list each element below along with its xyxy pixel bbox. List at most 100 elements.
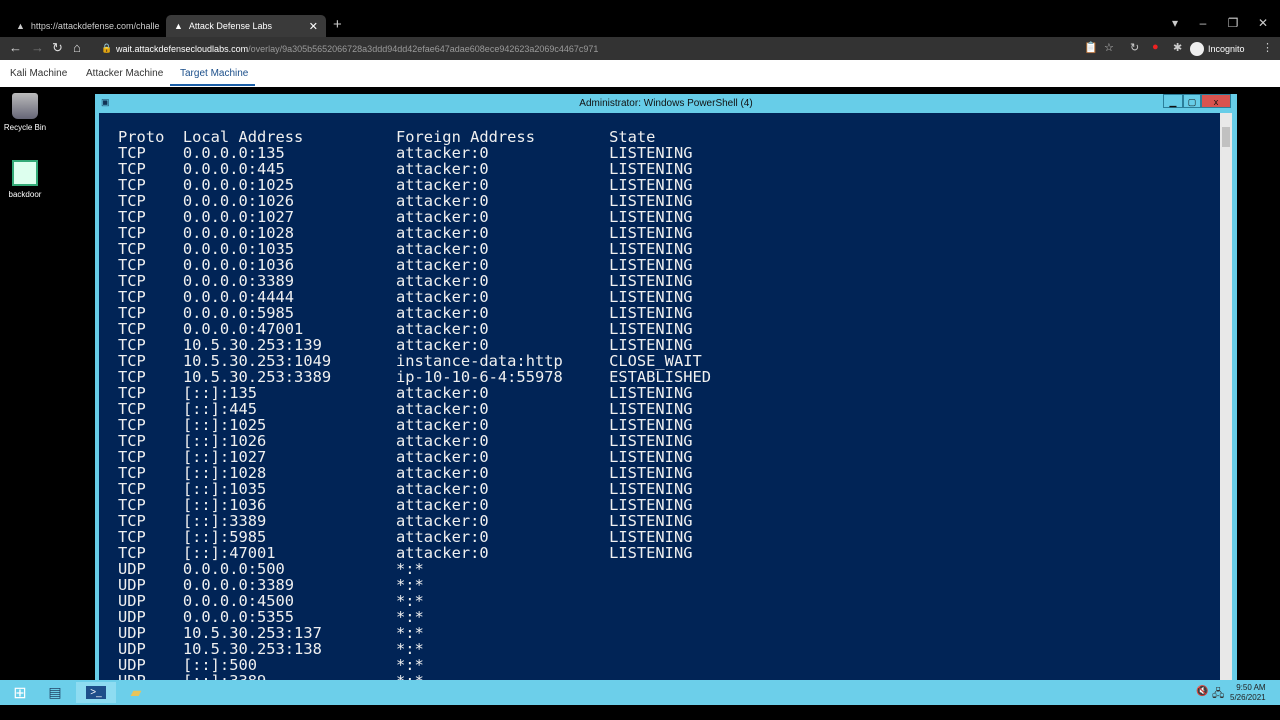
proto-cell: TCP xyxy=(118,144,146,162)
window-maximize-button[interactable]: ▢ xyxy=(1183,94,1201,108)
local-address-cell: [::]:1025 xyxy=(182,416,267,434)
foreign-address-cell: attacker:0 xyxy=(395,256,489,274)
network-icon[interactable]: 🖧 xyxy=(1212,685,1224,704)
table-row: TCP 10.5.30.253:1049 instance-data:http CLO… xyxy=(118,353,757,369)
bookmark-star-icon[interactable]: ☆ xyxy=(1104,41,1114,54)
back-icon[interactable]: ← xyxy=(9,40,22,55)
proto-cell: UDP xyxy=(118,624,146,642)
executable-icon xyxy=(12,160,38,186)
foreign-address-cell: attacker:0 xyxy=(395,336,489,354)
local-address-cell: 10.5.30.253:1049 xyxy=(182,352,332,370)
state-cell: LISTENING xyxy=(609,400,693,418)
table-row: TCP [::]:1028 attacker:0 LISTENING xyxy=(118,465,757,481)
foreign-address-cell: attacker:0 xyxy=(395,512,489,530)
reload-icon[interactable]: ↻ xyxy=(52,40,63,56)
local-address-cell: 0.0.0.0:3389 xyxy=(182,272,295,290)
proto-cell: TCP xyxy=(118,512,146,530)
window-close-button[interactable]: x xyxy=(1201,94,1231,108)
minimize-icon[interactable]: – xyxy=(1188,12,1218,34)
foreign-address-cell: attacker:0 xyxy=(395,432,489,450)
extension-red-icon[interactable]: ● xyxy=(1152,41,1159,53)
window-minimize-button[interactable]: ▁ xyxy=(1163,94,1183,108)
extension-sync-icon[interactable]: ↻ xyxy=(1130,41,1139,54)
file-explorer-button[interactable]: ▰ xyxy=(116,682,156,703)
table-row: UDP 0.0.0.0:5355 *:* xyxy=(118,609,757,625)
tab-target-machine[interactable]: Target Machine xyxy=(180,68,248,79)
powershell-icon: >_ xyxy=(86,686,106,699)
forward-icon[interactable]: → xyxy=(31,40,44,55)
tab-kali-machine[interactable]: Kali Machine xyxy=(10,68,67,79)
server-manager-button[interactable]: ▤ xyxy=(35,682,75,703)
restore-icon[interactable]: ❐ xyxy=(1218,12,1248,34)
table-row: UDP 10.5.30.253:138 *:* xyxy=(118,641,757,657)
local-address-cell: 10.5.30.253:137 xyxy=(182,624,322,642)
table-row: TCP [::]:1027 attacker:0 LISTENING xyxy=(118,449,757,465)
table-row: TCP [::]:445 attacker:0 LISTENING xyxy=(118,401,757,417)
start-button[interactable]: ⊞ xyxy=(0,682,40,703)
local-address-cell: [::]:1026 xyxy=(182,432,267,450)
foreign-address-cell: *:* xyxy=(395,624,424,642)
url-field[interactable]: wait.attackdefensecloudlabs.com/overlay/… xyxy=(116,40,1116,58)
state-cell: LISTENING xyxy=(609,336,693,354)
vertical-scrollbar[interactable] xyxy=(1220,113,1232,680)
table-row: UDP 10.5.30.253:137 *:* xyxy=(118,625,757,641)
tab-search-icon[interactable]: ▾ xyxy=(1160,12,1190,34)
state-cell: LISTENING xyxy=(609,176,693,194)
proto-cell: TCP xyxy=(118,320,146,338)
desktop-icon-backdoor[interactable]: backdoor xyxy=(0,160,55,199)
table-row: TCP 0.0.0.0:1028 attacker:0 LISTENING xyxy=(118,225,757,241)
local-address-cell: 0.0.0.0:3389 xyxy=(182,576,295,594)
local-address-cell: 10.5.30.253:138 xyxy=(182,640,322,658)
state-cell: LISTENING xyxy=(609,192,693,210)
table-row: TCP 10.5.30.253:139 attacker:0 LISTENING xyxy=(118,337,757,353)
table-row: TCP 0.0.0.0:47001 attacker:0 LISTENING xyxy=(118,321,757,337)
proto-cell: TCP xyxy=(118,416,146,434)
powershell-taskbar-button[interactable]: >_ xyxy=(76,682,116,703)
menu-icon[interactable]: ⋮ xyxy=(1262,41,1273,54)
proto-cell: TCP xyxy=(118,176,146,194)
state-cell: LISTENING xyxy=(609,240,693,258)
table-row: TCP [::]:5985 attacker:0 LISTENING xyxy=(118,529,757,545)
volume-muted-icon[interactable]: 🔇 xyxy=(1196,686,1208,697)
state-cell: LISTENING xyxy=(609,480,693,498)
proto-cell: UDP xyxy=(118,576,146,594)
proto-cell: TCP xyxy=(118,336,146,354)
taskbar: ⊞ ▤ >_ ▰ 🔇 🖧 9:50 AM 5/26/2021 xyxy=(0,680,1280,705)
state-cell: ESTABLISHED xyxy=(609,368,712,386)
close-icon[interactable]: ✕ xyxy=(1248,12,1278,34)
terminal-output[interactable]: Proto Local Address Foreign Address State T… xyxy=(99,113,1220,680)
local-address-cell: [::]:135 xyxy=(182,384,257,402)
profile-button[interactable]: Incognito xyxy=(1190,39,1245,58)
browser-tab-active[interactable]: ▲ Attack Defense Labs ✕ xyxy=(166,15,326,37)
local-address-cell: [::]:1036 xyxy=(182,496,267,514)
state-cell: LISTENING xyxy=(609,272,693,290)
table-row: TCP 0.0.0.0:1027 attacker:0 LISTENING xyxy=(118,209,757,225)
extensions-puzzle-icon[interactable]: ✱ xyxy=(1173,41,1182,54)
home-icon[interactable]: ⌂ xyxy=(73,40,81,55)
local-address-cell: [::]:445 xyxy=(182,400,257,418)
new-tab-icon[interactable]: + xyxy=(333,16,342,33)
tab-attacker-machine[interactable]: Attacker Machine xyxy=(86,68,163,79)
active-tab-underline xyxy=(170,84,255,86)
table-row: TCP 0.0.0.0:1036 attacker:0 LISTENING xyxy=(118,257,757,273)
state-cell xyxy=(609,561,757,577)
local-address-cell: 0.0.0.0:4444 xyxy=(182,288,295,306)
state-cell: LISTENING xyxy=(609,320,693,338)
address-bar: ← → ↻ ⌂ 🔒 wait.attackdefensecloudlabs.co… xyxy=(0,37,1280,60)
table-row: UDP[::]:3389*:* xyxy=(118,673,757,680)
clock[interactable]: 9:50 AM 5/26/2021 xyxy=(1230,683,1266,703)
desktop-icon-recycle-bin[interactable]: Recycle Bin xyxy=(0,93,55,132)
page-icon: ▲ xyxy=(16,21,25,31)
local-address-cell: [::]:1028 xyxy=(182,464,267,482)
local-address-cell: [::]:1027 xyxy=(182,448,267,466)
scrollbar-thumb[interactable] xyxy=(1222,127,1230,147)
state-cell: LISTENING xyxy=(609,448,693,466)
close-tab-icon[interactable]: ✕ xyxy=(309,20,318,33)
foreign-address-cell: attacker:0 xyxy=(395,496,489,514)
foreign-address-cell: attacker:0 xyxy=(395,192,489,210)
proto-cell: UDP xyxy=(118,640,146,658)
browser-tab[interactable]: ▲ https://attackdefense.com/challe ✕ xyxy=(8,15,175,37)
local-address-cell: 10.5.30.253:3389 xyxy=(182,368,332,386)
clipboard-icon[interactable]: 📋 xyxy=(1084,41,1098,54)
page-icon: ▲ xyxy=(174,21,183,31)
